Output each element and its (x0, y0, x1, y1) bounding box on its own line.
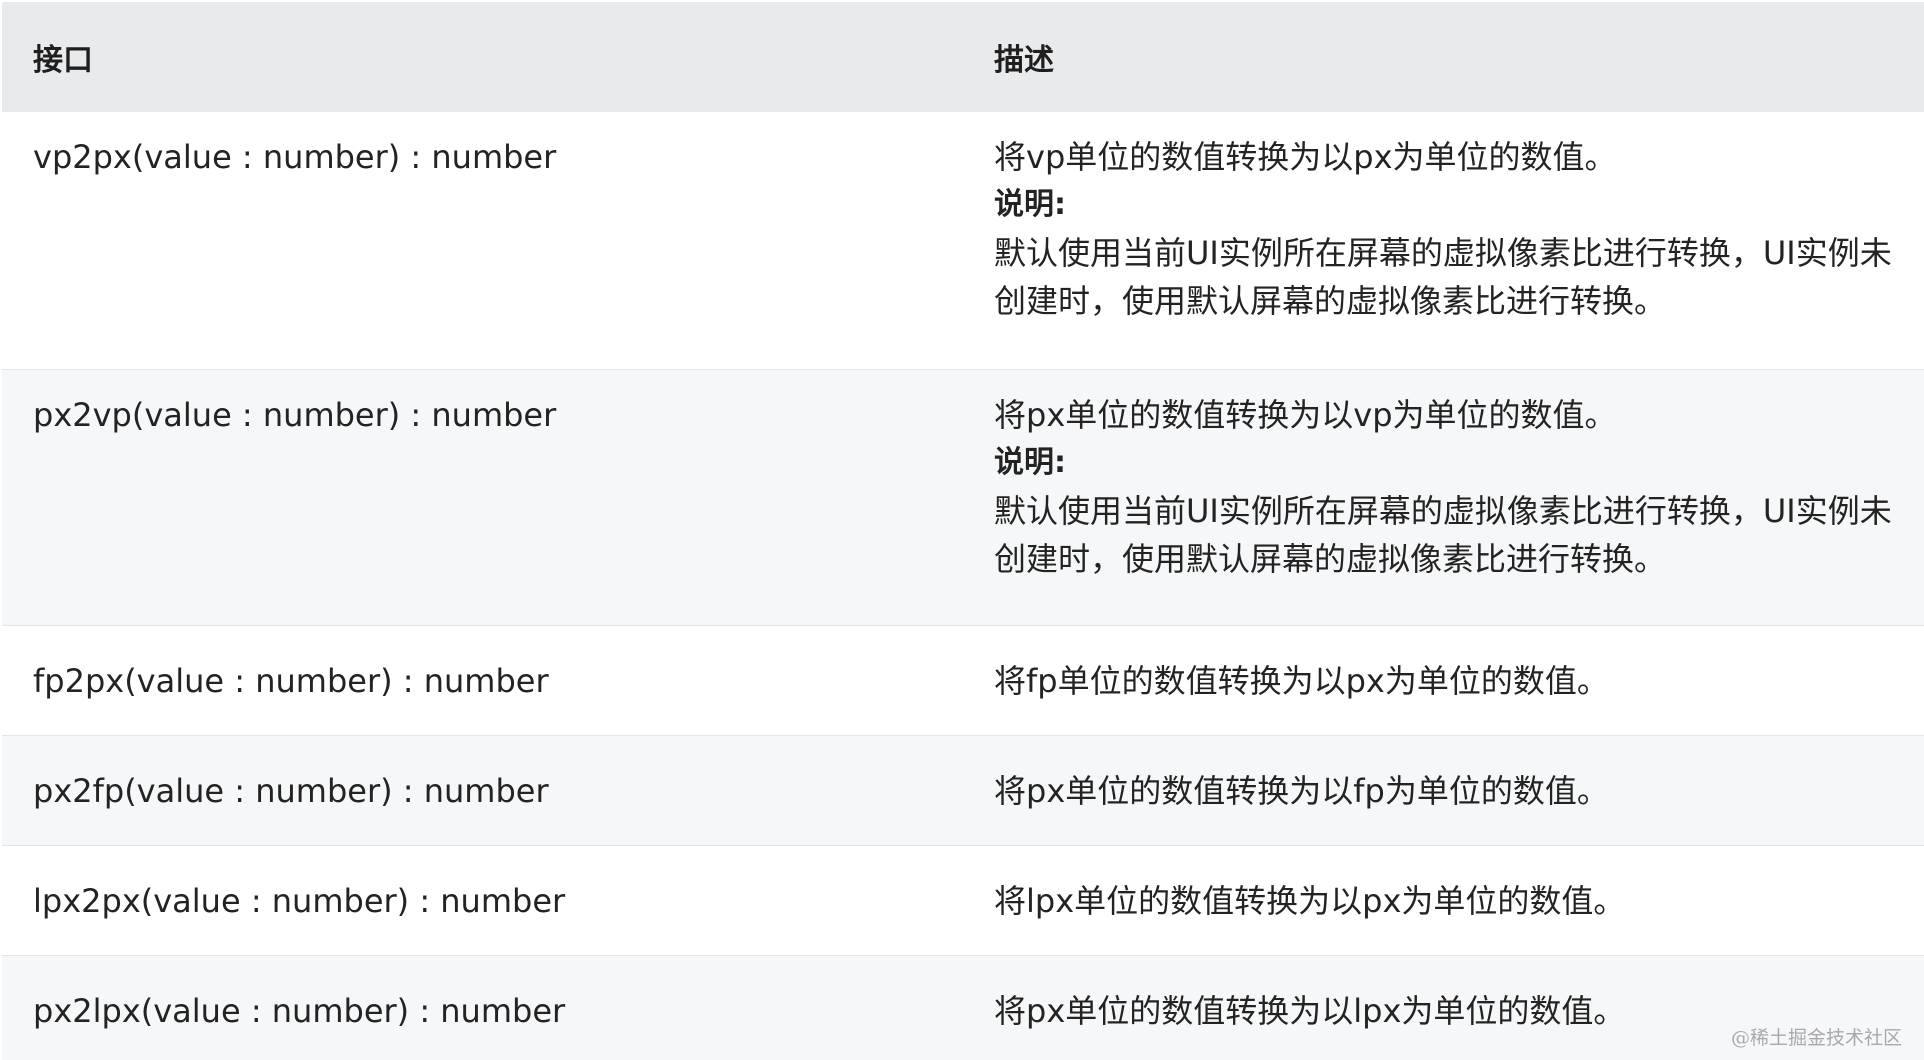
header-description: 描述 (964, 2, 1924, 112)
table-row: vp2px(value : number) : number 将vp单位的数值转… (2, 112, 1924, 370)
table-row: lpx2px(value : number) : number 将lpx单位的数… (2, 845, 1924, 956)
description-text: 将fp单位的数值转换为以px为单位的数值。 (994, 661, 1609, 700)
description-text: 将vp单位的数值转换为以px为单位的数值。 (994, 138, 1617, 176)
interface-signature: vp2px(value : number) : number (33, 138, 557, 176)
page: 接口 描述 vp2px(value : number) : number 将vp… (0, 0, 1924, 1060)
interface-cell: vp2px(value : number) : number (2, 112, 964, 370)
watermark: @稀土掘金技术社区 (1730, 1027, 1902, 1049)
note-label: 说明: (994, 444, 1066, 480)
interface-signature: px2lpx(value : number) : number (33, 991, 566, 1030)
description-text: 将px单位的数值转换为以vp为单位的数值。 (994, 395, 1617, 434)
table-body: vp2px(value : number) : number 将vp单位的数值转… (2, 112, 1924, 1060)
description-cell: 将px单位的数值转换为以fp为单位的数值。 (964, 735, 1924, 846)
interface-signature: px2fp(value : number) : number (33, 771, 549, 810)
description-cell: 将fp单位的数值转换为以px为单位的数值。 (964, 625, 1924, 736)
interface-cell: px2fp(value : number) : number (2, 735, 964, 846)
interface-cell: px2vp(value : number) : number (2, 369, 964, 626)
interface-signature: px2vp(value : number) : number (33, 395, 557, 434)
table-row: px2fp(value : number) : number 将px单位的数值转… (2, 735, 1924, 846)
note-text: 默认使用当前UI实例所在屏幕的虚拟像素比进行转换，UI实例未创建时，使用默认屏幕… (994, 234, 1892, 320)
table-row: fp2px(value : number) : number 将fp单位的数值转… (2, 625, 1924, 736)
interface-cell: fp2px(value : number) : number (2, 625, 964, 736)
table-header: 接口 描述 (2, 2, 1924, 112)
description-cell: 将vp单位的数值转换为以px为单位的数值。 说明: 默认使用当前UI实例所在屏幕… (964, 112, 1924, 370)
interface-signature: fp2px(value : number) : number (33, 661, 549, 700)
note-label: 说明: (994, 187, 1066, 222)
interface-cell: px2lpx(value : number) : number (2, 955, 964, 1060)
interface-cell: lpx2px(value : number) : number (2, 845, 964, 956)
description-text: 将px单位的数值转换为以fp为单位的数值。 (994, 771, 1609, 810)
description-cell: 将lpx单位的数值转换为以px为单位的数值。 (964, 845, 1924, 956)
note-text: 默认使用当前UI实例所在屏幕的虚拟像素比进行转换，UI实例未创建时，使用默认屏幕… (994, 491, 1892, 578)
table-row: px2vp(value : number) : number 将px单位的数值转… (2, 369, 1924, 626)
interface-signature: lpx2px(value : number) : number (33, 881, 566, 920)
header-interface: 接口 (2, 2, 964, 112)
header-row: 接口 描述 (2, 2, 1924, 112)
description-text: 将lpx单位的数值转换为以px为单位的数值。 (994, 881, 1626, 920)
description-cell: 将px单位的数值转换为以vp为单位的数值。 说明: 默认使用当前UI实例所在屏幕… (964, 369, 1924, 626)
table-row: px2lpx(value : number) : number 将px单位的数值… (2, 955, 1924, 1060)
api-table: 接口 描述 vp2px(value : number) : number 将vp… (2, 2, 1924, 1060)
